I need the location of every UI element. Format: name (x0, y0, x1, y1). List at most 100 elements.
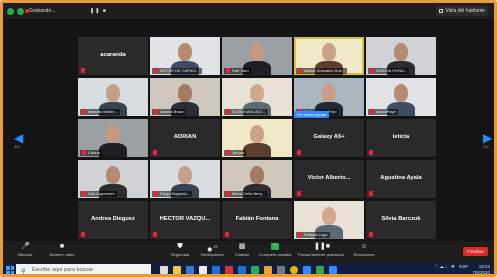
speaker-view-button[interactable]: Vista del hablante (436, 6, 488, 16)
language-indicator[interactable]: ESP (459, 264, 468, 269)
mute-button[interactable]: 🎤 Silenciar (13, 243, 37, 257)
muted-mic-icon (297, 150, 301, 155)
end-meeting-button[interactable]: Finalizar (462, 247, 488, 256)
prev-page-arrow-icon[interactable]: ◀ (14, 131, 23, 145)
rename-popup[interactable]: Re-Iniciar Ayuda (294, 111, 330, 118)
participant-name-label: Pamela Lugo (296, 232, 330, 238)
windows-start-icon[interactable] (6, 266, 14, 274)
participant-video-face (178, 166, 192, 184)
chrome-icon[interactable] (290, 266, 298, 274)
participant-tile[interactable]: Agustina Ayala (366, 160, 436, 198)
participant-video-face (178, 84, 192, 102)
mail-icon[interactable] (212, 266, 220, 274)
recording-label: Grabando... (29, 8, 56, 14)
muted-mic-icon (154, 68, 158, 74)
participant-video-face (106, 166, 120, 184)
chat-button[interactable]: ▩ Chatear (231, 243, 253, 257)
participant-tile[interactable]: Carina (78, 119, 148, 157)
edge-icon[interactable] (186, 266, 194, 274)
participants-button[interactable]: ☻27 Participantes (197, 243, 227, 257)
video-button[interactable]: ■ Detener video (45, 243, 79, 257)
taskbar-search-box[interactable]: ⚲ Escribe aquí para buscar (16, 264, 151, 275)
file-explorer-icon[interactable] (173, 266, 181, 274)
participant-video-face (250, 125, 264, 143)
participant-display-name: Silvia Barczuk (381, 216, 421, 222)
participant-tile[interactable]: Alvaro Gonzalez Due... (294, 37, 364, 75)
share-screen-button[interactable]: ↑ Compartir pantalla (255, 243, 295, 257)
participant-tile[interactable]: NOTRE DE CAPACI... (150, 37, 220, 75)
participant-tile[interactable]: Marcelo Martin... (78, 78, 148, 116)
muted-mic-icon (154, 191, 158, 197)
video-camera-icon: ■ (59, 243, 65, 250)
participant-tile[interactable]: GARCIA HORA... (366, 37, 436, 75)
microphone-icon: 🎤 (21, 243, 30, 250)
app-icon-red[interactable] (225, 266, 233, 274)
recording-label: Pausar/detener grabación (297, 252, 345, 257)
muted-mic-icon (226, 191, 230, 197)
participant-tile[interactable]: Diego Edgardo... (150, 160, 220, 198)
muted-mic-icon (298, 232, 302, 238)
participant-caption: ELENA MALDEZ... (232, 109, 266, 114)
participant-tile[interactable]: Fabián Fontana (222, 201, 292, 239)
security-shield-icon[interactable] (7, 8, 14, 15)
participant-name-label: NOTRE DE CAPACI... (152, 68, 202, 74)
participant-video-face (322, 84, 336, 102)
muted-mic-icon (226, 68, 230, 74)
search-icon: ⚲ (21, 269, 26, 275)
security-button[interactable]: ⛊ Seguridad (167, 243, 193, 257)
muted-mic-icon (153, 150, 157, 155)
participant-tile[interactable]: Maria Celia Berg... (222, 160, 292, 198)
participant-display-name: Victor Alberto... (307, 175, 351, 181)
participant-tile[interactable]: Andrea Dieguez (78, 201, 148, 239)
participant-display-name: leticia (392, 134, 410, 140)
participant-video-face (250, 166, 264, 184)
participant-tile[interactable]: acaranda (78, 37, 148, 75)
participant-tile[interactable]: leticia (366, 119, 436, 157)
recording-button[interactable]: ❚❚■ Pausar/detener grabación (297, 243, 345, 257)
recording-controls[interactable]: ❚❚ ■ (90, 8, 107, 14)
participant-tile[interactable]: ELENA MALDEZ... (222, 78, 292, 116)
participant-caption: avcoaPaye (376, 109, 396, 114)
participant-caption: Raft Sam (232, 68, 249, 73)
participant-tile[interactable]: Victor Alberto... (294, 160, 364, 198)
muted-mic-icon (370, 68, 374, 74)
participant-tile[interactable]: Raft Sam (222, 37, 292, 75)
participant-tile[interactable]: Jnrosa (222, 119, 292, 157)
participants-icon: ☻27 (206, 244, 218, 254)
tray-icons: ⌃ ☁ ♩ ❖ (434, 264, 455, 269)
participant-tile[interactable]: Silvia Barczuk (366, 201, 436, 239)
next-page-arrow-icon[interactable]: ▶ (483, 131, 492, 145)
participant-name-label: Diego Edgardo... (152, 191, 193, 197)
muted-mic-icon (225, 232, 229, 237)
excel-icon[interactable] (251, 266, 259, 274)
participant-name-label: Sad Kupermen (80, 191, 117, 197)
store-icon[interactable] (199, 266, 207, 274)
participant-tile[interactable]: Sad Kupermen (78, 160, 148, 198)
zoom-taskbar-icon-2[interactable] (329, 266, 337, 274)
grid-icon (439, 8, 444, 13)
clock-date: 7/6/2020 (472, 269, 490, 275)
task-view-icon[interactable] (160, 266, 168, 274)
muted-mic-icon (82, 150, 86, 156)
participant-tile[interactable]: Dalana Braun (150, 78, 220, 116)
system-tray[interactable]: ⌃ ☁ ♩ ❖ ESP 18:22 7/6/2020 (434, 264, 490, 275)
participant-caption: Dalana Braun (160, 109, 185, 114)
app-icon-gray[interactable] (277, 266, 285, 274)
reactions-button[interactable]: ☺ Reacciones (351, 243, 377, 257)
participant-caption: Sad Kupermen (88, 191, 115, 196)
participant-video-face (250, 43, 264, 61)
participant-tile[interactable]: ADRIAN (150, 119, 220, 157)
app-icon-green[interactable] (316, 266, 324, 274)
participant-tile[interactable]: HECTOR VAZQU... (150, 201, 220, 239)
muted-mic-icon (226, 109, 230, 115)
participant-tile[interactable]: Galaxy A5+ (294, 119, 364, 157)
participant-video-face (394, 43, 408, 61)
chat-label: Chatear (234, 252, 250, 257)
participant-tile[interactable]: Pamela Lugo (294, 201, 364, 239)
muted-mic-icon (370, 109, 374, 115)
participant-tile[interactable]: avcoaPaye (366, 78, 436, 116)
connection-icon[interactable] (17, 8, 24, 15)
powerpoint-icon[interactable] (264, 266, 272, 274)
word-icon[interactable] (238, 266, 246, 274)
zoom-taskbar-icon[interactable] (303, 266, 311, 274)
